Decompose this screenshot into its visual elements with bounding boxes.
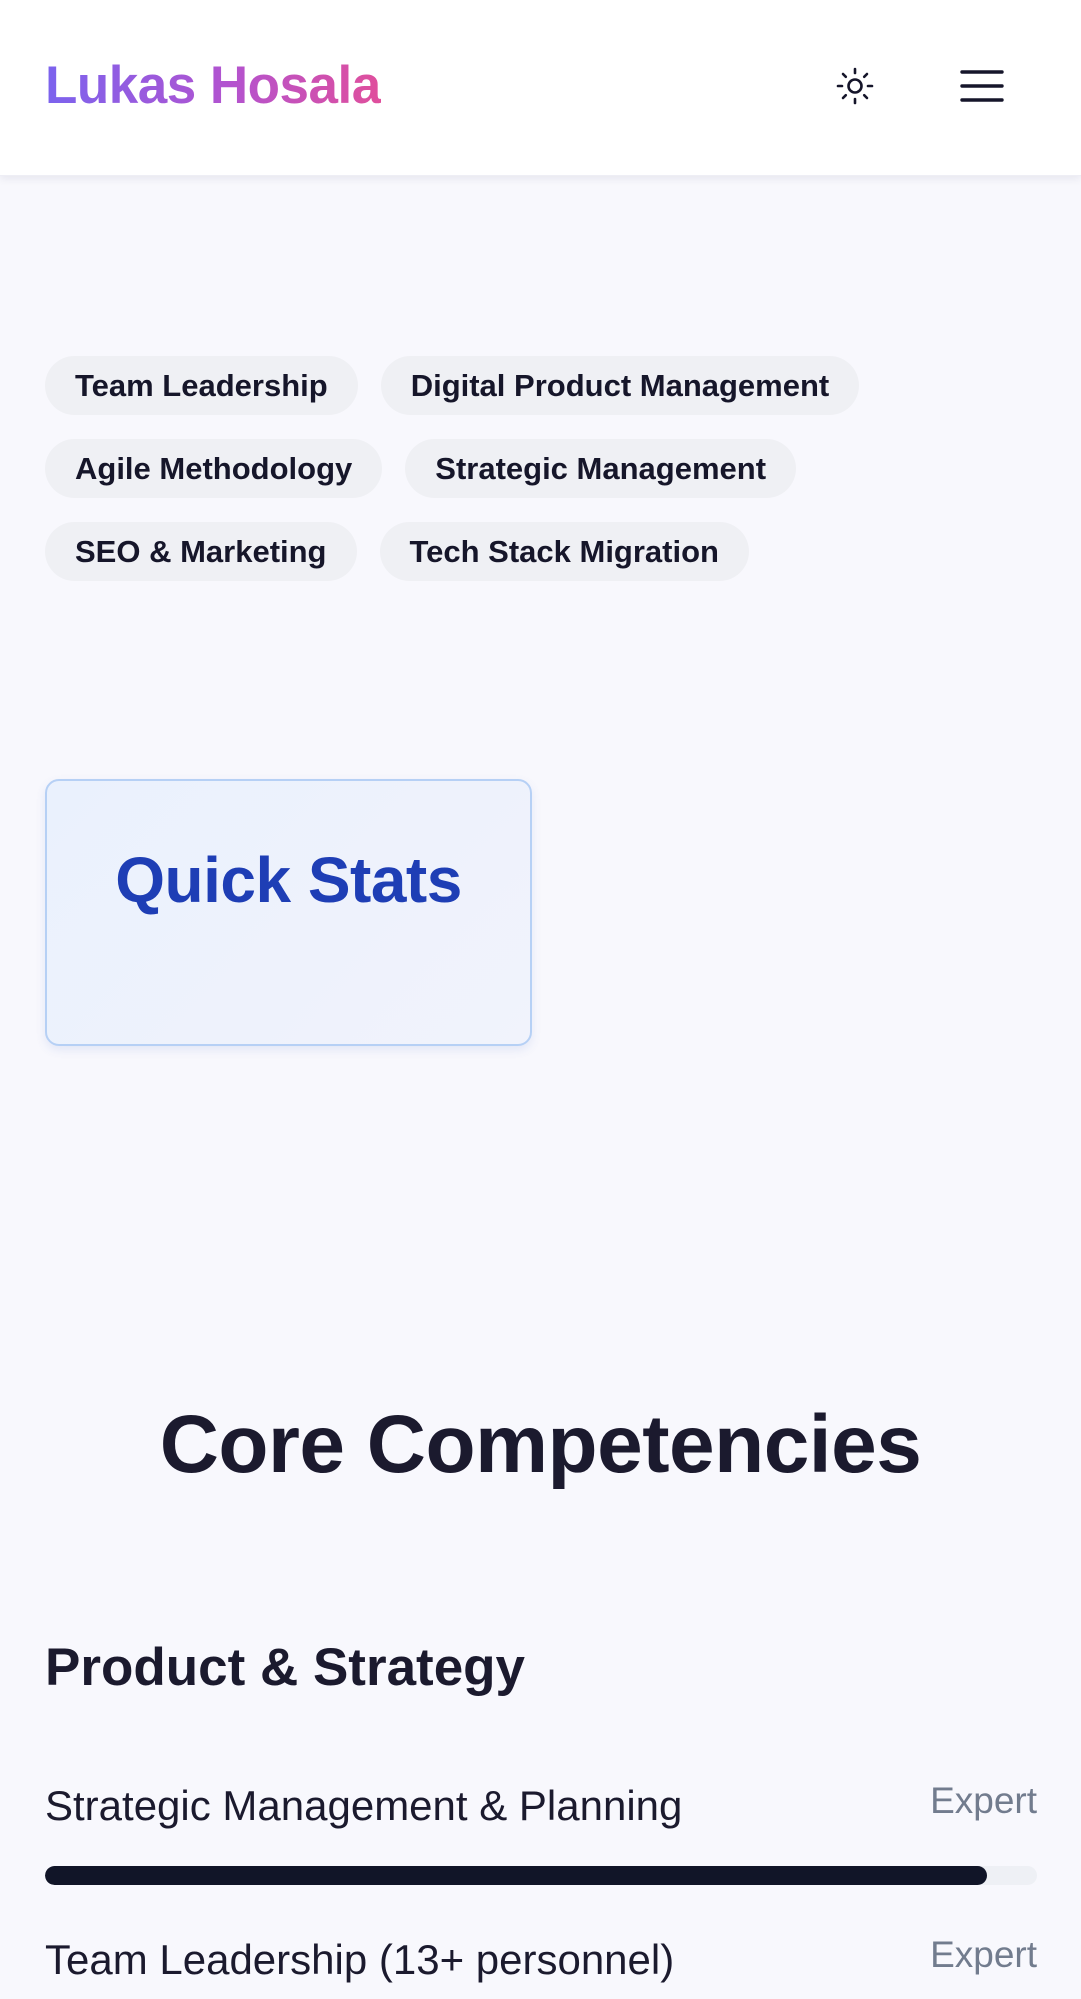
skill-name: Team Leadership (13+ personnel) [45, 1936, 675, 1983]
hamburger-menu-icon [960, 70, 1004, 102]
skill-progress-fill [45, 1866, 988, 1885]
skill-tags: Team Leadership Digital Product Manageme… [45, 356, 1045, 581]
skill-progress-track [45, 1866, 1037, 1885]
menu-button[interactable] [954, 58, 1010, 114]
top-navigation-bar: Lukas Hosala [0, 0, 1081, 176]
skill-name: Strategic Management & Planning [45, 1782, 683, 1829]
theme-toggle-button[interactable] [827, 58, 883, 114]
tag-agile-methodology: Agile Methodology [45, 439, 383, 498]
tag-seo-marketing: SEO & Marketing [45, 522, 357, 581]
tag-tech-stack-migration: Tech Stack Migration [379, 522, 749, 581]
quick-stats-card: Quick Stats [45, 779, 532, 1046]
skill-level: Expert [930, 1780, 1037, 1821]
tag-digital-product-management: Digital Product Management [380, 356, 860, 415]
tag-strategic-management: Strategic Management [405, 439, 797, 498]
sun-icon [836, 67, 874, 105]
brand-logo-text[interactable]: Lukas Hosala [45, 54, 381, 118]
page: Lukas Hosala Team Leadership Digital Pro… [0, 0, 1081, 1999]
quick-stats-title: Quick Stats [115, 844, 462, 916]
product-strategy-heading: Product & Strategy [45, 1638, 526, 1697]
tag-team-leadership: Team Leadership [45, 356, 358, 415]
skill-level: Expert [930, 1934, 1037, 1975]
core-competencies-heading: Core Competencies [159, 1399, 922, 1490]
